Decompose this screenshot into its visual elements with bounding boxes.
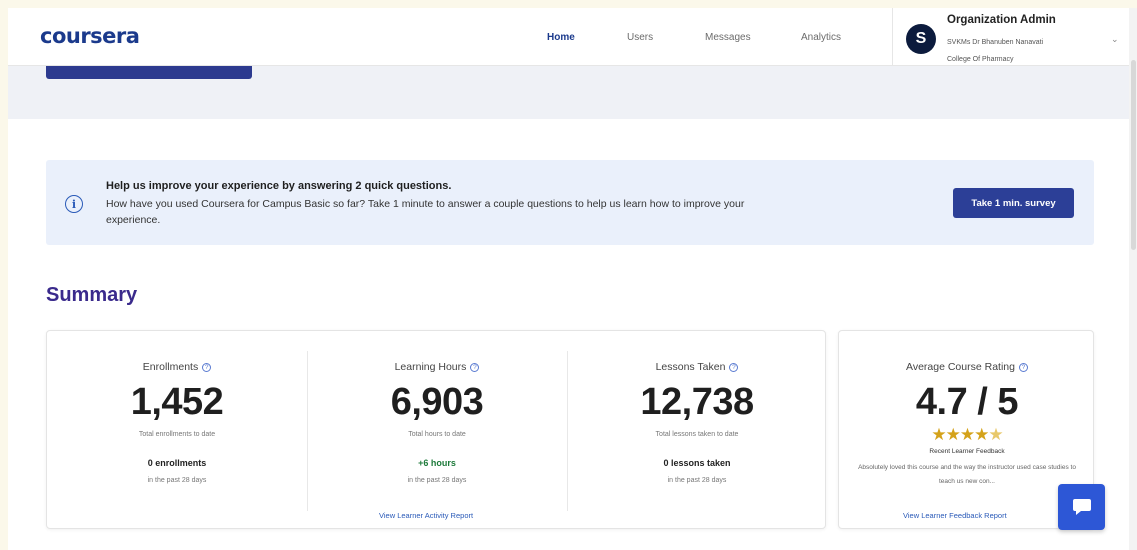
- take-survey-button[interactable]: Take 1 min. survey: [953, 188, 1074, 218]
- scrollbar-thumb[interactable]: [1131, 60, 1136, 250]
- chat-icon: [1072, 499, 1091, 515]
- nav-analytics[interactable]: Analytics: [801, 32, 841, 43]
- star-icon: ★: [931, 425, 946, 445]
- view-activity-report-link[interactable]: View Learner Activity Report: [379, 511, 473, 520]
- chevron-down-icon[interactable]: ⌄: [1111, 34, 1119, 45]
- metric-rating: Average Course Rating? 4.7 / 5 ★★★★★ Rec…: [839, 331, 1095, 530]
- metric-recent: 0 enrollments: [147, 458, 207, 468]
- star-icon: ★: [988, 425, 1003, 445]
- star-rating: ★★★★★: [839, 425, 1095, 445]
- org-subtitle-line1: SVKMs Dr Bhanuben Nanavati: [947, 39, 1044, 46]
- feedback-label: Recent Learner Feedback: [929, 448, 1005, 455]
- avatar[interactable]: S: [906, 24, 936, 54]
- metric-value: 1,452: [130, 381, 224, 423]
- banner-body: How have you used Coursera for Campus Ba…: [106, 198, 745, 226]
- metric-value: 12,738: [640, 381, 754, 423]
- chat-button[interactable]: [1058, 484, 1105, 530]
- rating-card: Average Course Rating? 4.7 / 5 ★★★★★ Rec…: [838, 330, 1094, 529]
- metric-desc: Total hours to date: [408, 431, 466, 438]
- summary-title: Summary: [46, 284, 138, 306]
- metric-desc: Total lessons taken to date: [655, 431, 739, 438]
- app-window: coursera Home Users Messages Analytics S…: [8, 8, 1129, 550]
- header-divider: [892, 8, 893, 66]
- hero-button[interactable]: [46, 66, 252, 79]
- feedback-text: Absolutely loved this course and the way…: [858, 464, 1076, 485]
- metric-learning-hours: Learning Hours? 6,903 Total hours to dat…: [307, 331, 567, 530]
- metric-recent: 0 lessons taken: [663, 458, 731, 468]
- metric-enrollments: Enrollments? 1,452 Total enrollments to …: [47, 331, 307, 530]
- metric-period: in the past 28 days: [667, 477, 727, 484]
- metric-desc: Total enrollments to date: [138, 431, 216, 438]
- summary-metrics-card: Enrollments? 1,452 Total enrollments to …: [46, 330, 826, 529]
- nav-users[interactable]: Users: [627, 32, 653, 43]
- help-icon[interactable]: ?: [729, 363, 739, 372]
- coursera-logo[interactable]: coursera: [40, 24, 140, 48]
- org-subtitle: SVKMs Dr Bhanuben Nanavati College Of Ph…: [947, 34, 1097, 68]
- hero-band: [8, 66, 1129, 119]
- metric-label: Lessons Taken?: [567, 361, 827, 373]
- metric-label: Learning Hours?: [307, 361, 567, 373]
- survey-banner: i Help us improve your experience by ans…: [46, 160, 1094, 245]
- top-header: coursera Home Users Messages Analytics S…: [8, 8, 1129, 66]
- metric-label: Average Course Rating?: [839, 361, 1095, 373]
- metric-value: 6,903: [390, 381, 484, 423]
- rating-value: 4.7 / 5: [915, 381, 1019, 423]
- view-feedback-report-link[interactable]: View Learner Feedback Report: [903, 511, 1007, 520]
- metric-lessons-taken: Lessons Taken? 12,738 Total lessons take…: [567, 331, 827, 530]
- star-icon: ★: [959, 425, 975, 445]
- metric-period: in the past 28 days: [407, 477, 467, 484]
- metric-period: in the past 28 days: [147, 477, 207, 484]
- nav-home[interactable]: Home: [547, 32, 575, 43]
- banner-title: Help us improve your experience by answe…: [106, 180, 452, 192]
- info-icon: i: [65, 195, 83, 213]
- help-icon[interactable]: ?: [1018, 363, 1028, 372]
- help-icon[interactable]: ?: [202, 363, 212, 372]
- help-icon[interactable]: ?: [470, 363, 480, 372]
- nav-messages[interactable]: Messages: [705, 32, 751, 43]
- star-icon: ★: [945, 425, 961, 445]
- metric-recent: +6 hours: [418, 458, 456, 468]
- star-icon: ★: [974, 425, 989, 445]
- org-title: Organization Admin: [947, 14, 1056, 26]
- metric-label: Enrollments?: [47, 361, 307, 373]
